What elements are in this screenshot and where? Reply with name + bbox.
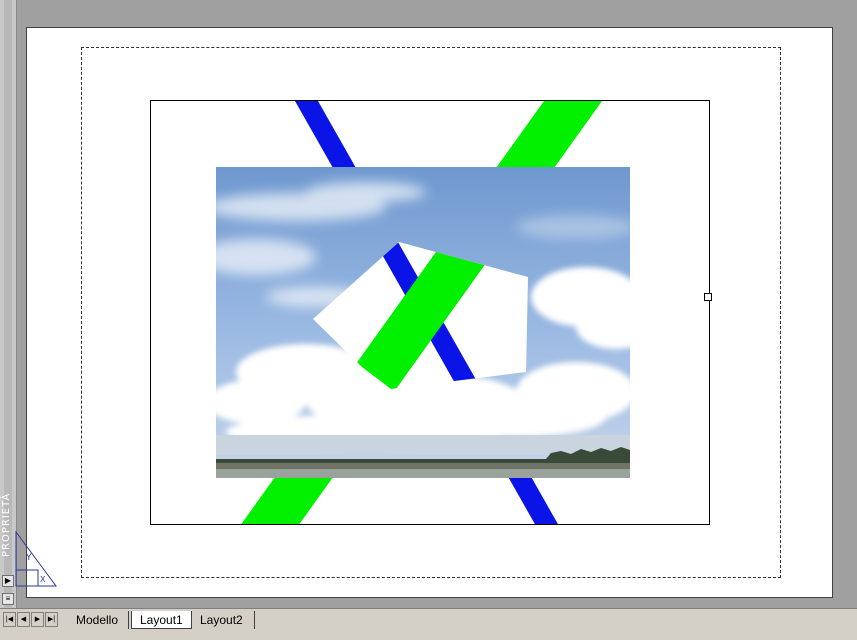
tab-layout1[interactable]: Layout1 xyxy=(131,611,192,629)
properties-palette-strip[interactable]: PROPRIETÀ ▶ ≡ xyxy=(0,0,17,608)
last-tab-icon[interactable]: ▶| xyxy=(45,612,58,627)
first-tab-icon[interactable]: |◀ xyxy=(3,612,16,627)
grip-handle-icon[interactable] xyxy=(704,293,712,301)
list-icon[interactable]: ≡ xyxy=(2,593,14,605)
tab-divider xyxy=(254,611,255,629)
previous-tab-icon[interactable]: ◀ xyxy=(17,612,30,627)
tab-layout2[interactable]: Layout2 xyxy=(192,611,251,629)
drawing-area[interactable]: PROPRIETÀ ▶ ≡ Y X xyxy=(0,0,857,608)
sky-photo xyxy=(216,167,630,478)
layout-viewport[interactable] xyxy=(150,100,710,525)
sky-raster-image[interactable] xyxy=(216,167,630,478)
svg-text:X: X xyxy=(40,575,46,584)
next-tab-icon[interactable]: ▶ xyxy=(31,612,44,627)
layout-tab-bar: |◀ ◀ ▶ ▶| Modello Layout1 Layout2 xyxy=(0,608,857,640)
ucs-icon: Y X xyxy=(15,530,57,587)
tab-divider xyxy=(128,611,129,629)
tab-modello[interactable]: Modello xyxy=(68,611,126,629)
svg-text:Y: Y xyxy=(25,553,32,563)
